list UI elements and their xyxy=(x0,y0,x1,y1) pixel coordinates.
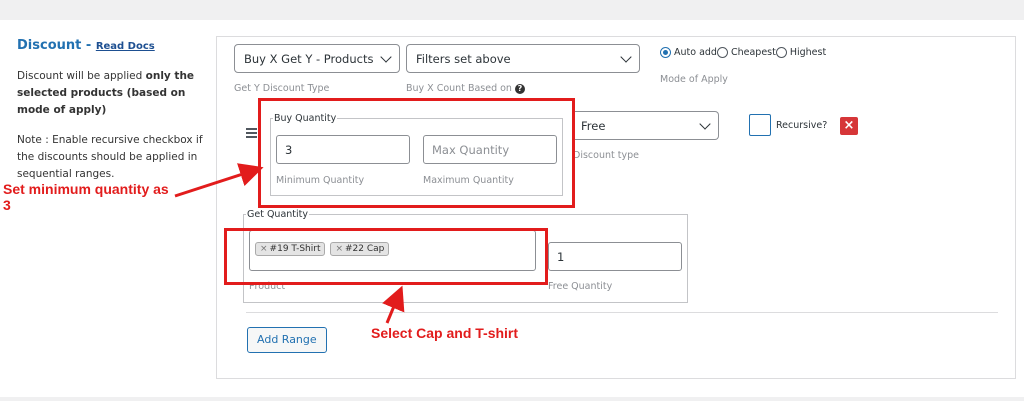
annotation-min-quantity: Set minimum quantity as 3 xyxy=(3,181,169,213)
arrow-to-products xyxy=(382,285,405,324)
arrow-to-min-quantity xyxy=(174,163,264,198)
annotation-select-products: Select Cap and T-shirt xyxy=(371,325,519,341)
